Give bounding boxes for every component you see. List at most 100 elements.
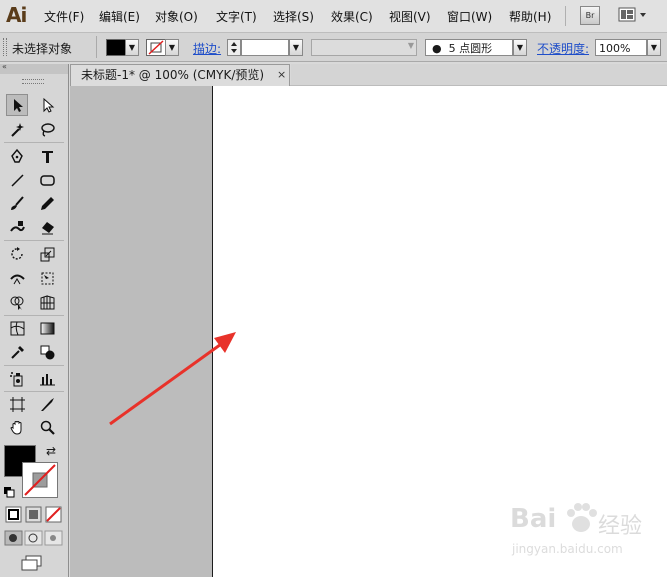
line-segment-icon <box>10 173 24 187</box>
stroke-swatch[interactable] <box>22 462 58 498</box>
stroke-weight-dropdown[interactable]: ▼ <box>289 39 303 56</box>
no-stroke-icon <box>24 464 56 496</box>
hand-tool-button[interactable] <box>6 416 28 438</box>
mesh-icon <box>10 321 24 335</box>
slice-tool-button[interactable] <box>36 393 58 415</box>
draw-behind-button[interactable] <box>24 530 43 546</box>
shape-builder-tool-button[interactable] <box>6 291 28 313</box>
fill-color-swatch[interactable] <box>106 39 126 56</box>
pencil-tool-button[interactable] <box>36 192 58 214</box>
zoom-tool-button[interactable] <box>36 416 58 438</box>
menu-file[interactable]: 文件(F) <box>44 8 84 25</box>
bridge-button[interactable]: Br <box>580 6 600 25</box>
slice-knife-icon <box>40 397 54 411</box>
tools-grip[interactable] <box>22 79 44 84</box>
pen-nib-icon <box>10 148 23 163</box>
screen-mode-icon <box>21 555 42 571</box>
workspace-layout-icon <box>618 7 646 22</box>
no-stroke-icon <box>148 40 164 55</box>
document-tab-title: 未标题-1* @ 100% (CMYK/预览) <box>81 68 265 82</box>
opacity-label[interactable]: 不透明度: <box>537 40 589 57</box>
selection-tool-button[interactable] <box>6 94 28 116</box>
menu-view[interactable]: 视图(V) <box>389 8 431 25</box>
menu-help[interactable]: 帮助(H) <box>509 8 551 25</box>
scale-icon <box>40 247 54 261</box>
eraser-tool-button[interactable] <box>36 216 58 238</box>
rounded-rectangle-icon <box>39 174 55 186</box>
document-tab[interactable]: 未标题-1* @ 100% (CMYK/预览) <box>70 64 290 86</box>
perspective-grid-tool-button[interactable] <box>36 291 58 313</box>
opacity-dropdown-button[interactable]: ▼ <box>647 39 661 56</box>
tools-divider <box>4 142 64 143</box>
stroke-weight-stepper[interactable] <box>227 39 241 56</box>
collapse-panel-icon[interactable]: « <box>2 62 7 71</box>
eyedropper-icon <box>10 345 24 359</box>
symbol-sprayer-tool-button[interactable] <box>6 367 28 389</box>
lasso-tool-button[interactable] <box>36 118 58 140</box>
type-t-icon <box>41 150 53 163</box>
menu-object[interactable]: 对象(O) <box>155 8 198 25</box>
blob-brush-tool-button[interactable] <box>6 216 28 238</box>
eyedropper-tool-button[interactable] <box>6 341 28 363</box>
line-segment-tool-button[interactable] <box>6 169 28 191</box>
gradient-tool-button[interactable] <box>36 317 58 339</box>
menu-select[interactable]: 选择(S) <box>273 8 314 25</box>
free-transform-icon <box>41 272 53 284</box>
tools-divider <box>4 391 64 392</box>
annotation-arrow-icon <box>109 332 236 426</box>
menu-edit[interactable]: 编辑(E) <box>99 8 140 25</box>
selection-arrow-icon <box>13 98 23 112</box>
opacity-input[interactable]: 100% <box>595 39 647 56</box>
swap-fill-stroke-icon[interactable]: ⇄ <box>46 444 56 458</box>
chevron-down-icon: ▼ <box>407 41 414 50</box>
control-grip[interactable] <box>3 38 7 56</box>
type-tool-button[interactable] <box>36 145 58 167</box>
artboard-tool-button[interactable] <box>6 393 28 415</box>
width-tool-button[interactable] <box>6 267 28 289</box>
menu-type[interactable]: 文字(T) <box>216 8 257 25</box>
blend-tool-button[interactable] <box>36 341 58 363</box>
stepper-arrows-icon <box>231 42 237 53</box>
stroke-color-swatch[interactable] <box>146 39 166 56</box>
screen-mode-button[interactable] <box>20 555 44 571</box>
magic-wand-tool-button[interactable] <box>6 118 28 140</box>
eraser-icon <box>41 221 54 234</box>
menu-window[interactable]: 窗口(W) <box>447 8 492 25</box>
watermark-brand: Bai <box>510 504 557 534</box>
baidu-paw-icon <box>567 503 597 532</box>
watermark-url: jingyan.baidu.com <box>512 542 623 556</box>
workspace-switcher-button[interactable] <box>618 6 652 24</box>
tools-divider <box>4 240 64 241</box>
stroke-label[interactable]: 描边: <box>193 40 221 57</box>
column-graph-tool-button[interactable] <box>36 367 58 389</box>
zoom-magnifier-icon <box>40 420 55 435</box>
fill-dropdown-button[interactable]: ▼ <box>125 39 139 56</box>
width-tool-icon <box>9 274 25 284</box>
mesh-tool-button[interactable] <box>6 317 28 339</box>
rounded-rectangle-tool-button[interactable] <box>36 169 58 191</box>
baidu-watermark: Bai 经验 jingyan.baidu.com <box>510 498 660 568</box>
variable-width-profile-select[interactable]: ▼ <box>311 39 417 56</box>
stroke-weight-input[interactable] <box>241 39 289 56</box>
direct-selection-tool-button[interactable] <box>36 94 58 116</box>
menu-effect[interactable]: 效果(C) <box>331 8 373 25</box>
tools-divider <box>4 315 64 316</box>
rotate-tool-button[interactable] <box>6 243 28 265</box>
brush-definition-select[interactable]: ● 5 点圆形 <box>425 39 513 56</box>
pen-tool-button[interactable] <box>6 145 28 167</box>
pencil-icon <box>40 196 54 210</box>
free-transform-tool-button[interactable] <box>36 267 58 289</box>
blob-brush-icon <box>9 220 25 232</box>
stroke-dropdown-button[interactable]: ▼ <box>165 39 179 56</box>
tools-panel-header[interactable]: « <box>0 62 68 74</box>
scale-tool-button[interactable] <box>36 243 58 265</box>
color-mode-group <box>4 506 64 524</box>
default-fill-stroke-icon[interactable] <box>3 486 15 498</box>
magic-wand-icon <box>10 122 24 137</box>
watermark-brand-suffix: 经验 <box>598 514 643 539</box>
rotate-icon <box>10 246 23 260</box>
paintbrush-tool-button[interactable] <box>6 192 28 214</box>
shape-builder-icon <box>10 296 23 310</box>
brush-dropdown-button[interactable]: ▼ <box>513 39 527 56</box>
close-tab-icon[interactable]: × <box>277 68 286 81</box>
